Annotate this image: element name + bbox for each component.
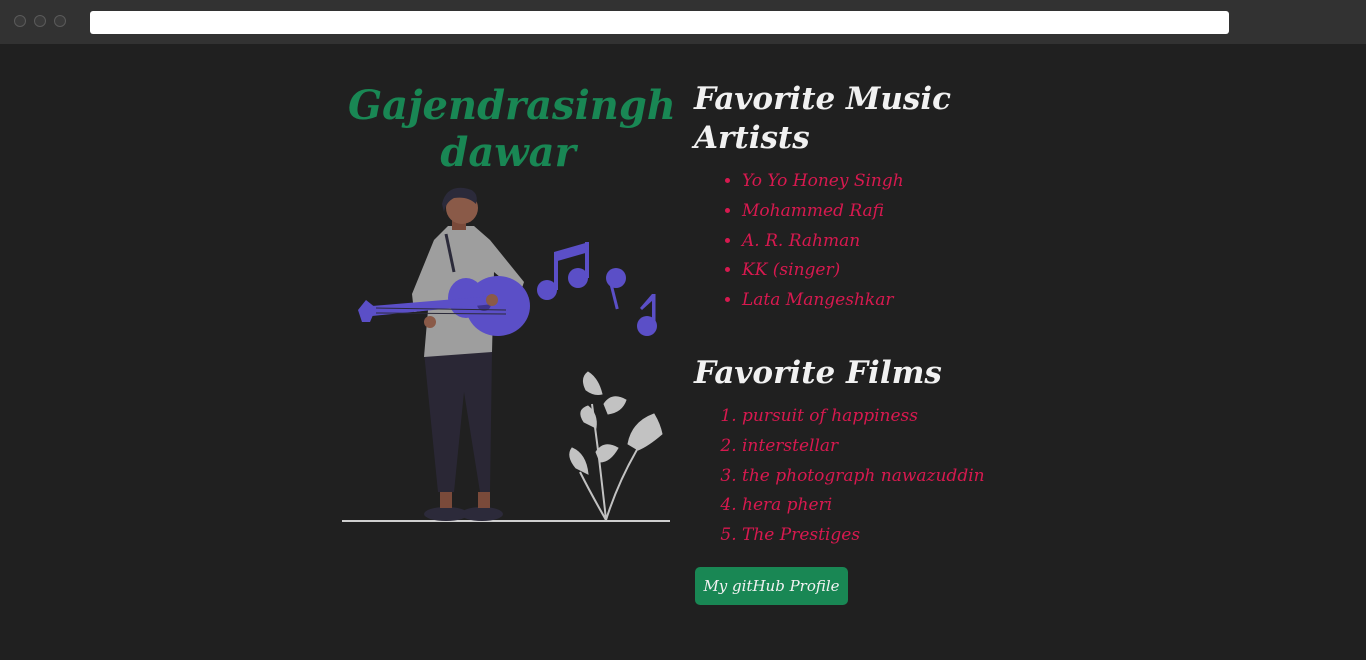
artist-item: A. R. Rahman xyxy=(742,227,904,257)
profile-name: Gajendrasingh dawar xyxy=(348,82,676,176)
address-bar[interactable] xyxy=(90,11,1229,34)
film-item: The Prestiges xyxy=(742,521,985,551)
profile-name-line2: dawar xyxy=(440,129,576,176)
guitarist-illustration-icon xyxy=(342,187,670,522)
films-heading: Favorite Films xyxy=(694,355,942,391)
music-heading-line2: Artists xyxy=(694,120,810,156)
github-profile-button[interactable]: My gitHub Profile xyxy=(695,567,848,605)
window-close-dot[interactable] xyxy=(14,15,26,27)
film-item: pursuit of happiness xyxy=(742,402,985,432)
page-content: Gajendrasingh dawar Favorite Music Artis… xyxy=(0,44,1366,660)
profile-name-line1: Gajendrasingh xyxy=(348,82,676,129)
window-minimize-dot[interactable] xyxy=(34,15,46,27)
browser-toolbar xyxy=(0,0,1366,45)
music-notes xyxy=(537,242,657,336)
artist-item: KK (singer) xyxy=(742,256,904,286)
artist-item: Yo Yo Honey Singh xyxy=(742,167,904,197)
window-maximize-dot[interactable] xyxy=(54,15,66,27)
artist-item: Mohammed Rafi xyxy=(742,197,904,227)
film-item: the photograph nawazuddin xyxy=(742,462,985,492)
plant-icon xyxy=(569,371,663,521)
film-item: hera pheri xyxy=(742,491,985,521)
artists-list: Yo Yo Honey Singh Mohammed Rafi A. R. Ra… xyxy=(694,167,904,316)
film-item: interstellar xyxy=(742,432,985,462)
artist-item: Lata Mangeshkar xyxy=(742,286,904,316)
music-heading-line1: Favorite Music xyxy=(694,81,951,117)
music-artists-heading: Favorite Music Artists xyxy=(694,80,994,158)
films-list: pursuit of happiness interstellar the ph… xyxy=(694,402,985,551)
